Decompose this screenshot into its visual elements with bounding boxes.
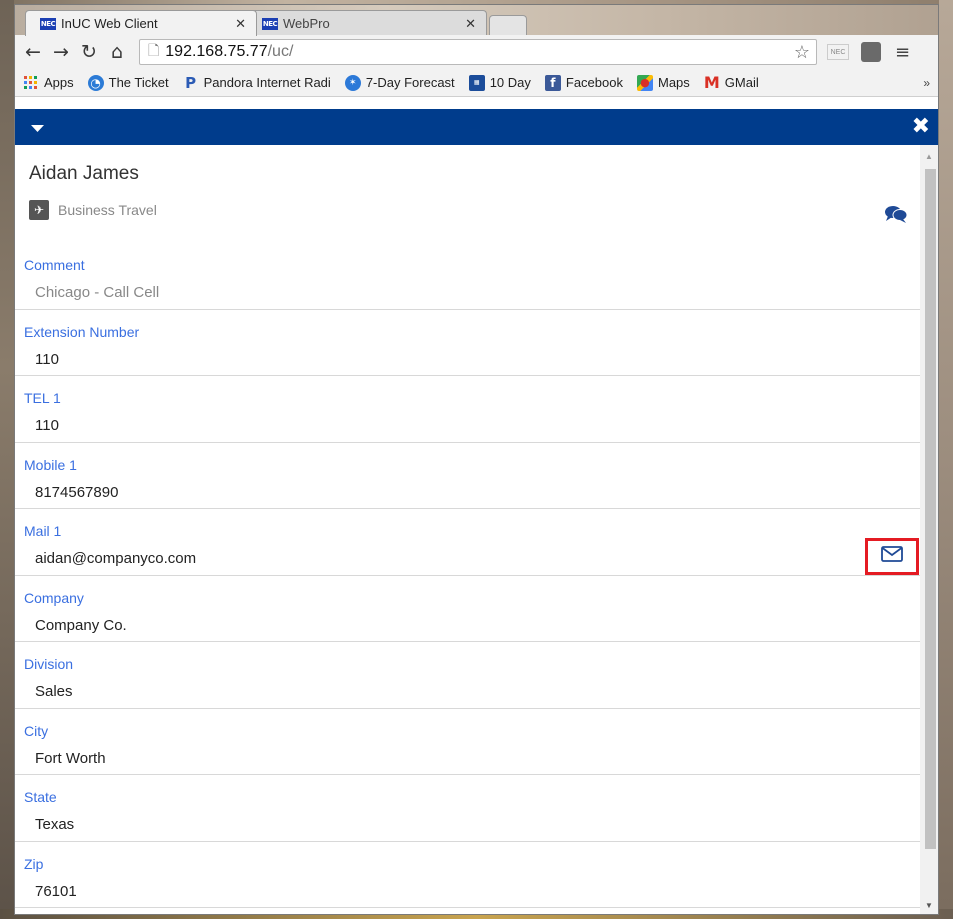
bookmark-gmail[interactable]: M GMail	[703, 73, 759, 92]
pandora-icon: P	[185, 73, 197, 92]
browser-toolbar: ← → ↻ ⌂ 🗋 192.168.75.77 /uc/ ☆ NEC ≡	[15, 35, 938, 69]
bookmark-label: Facebook	[565, 75, 623, 90]
desktop-background	[0, 0, 14, 919]
address-host: 192.168.75.77	[165, 43, 268, 60]
bookmark-facebook[interactable]: f Facebook	[544, 74, 623, 91]
field-value: Sales	[35, 683, 73, 700]
ticket-icon: ◔	[87, 74, 104, 91]
bookmark-the-ticket[interactable]: ◔ The Ticket	[87, 74, 169, 91]
bookmarks-bar: Apps ◔ The Ticket P Pandora Internet Rad…	[15, 69, 938, 97]
bookmark-pandora[interactable]: P Pandora Internet Radi	[183, 73, 331, 92]
nec-favicon-icon: NEC	[40, 17, 56, 30]
bookmark-label: 10 Day	[489, 75, 531, 90]
tab-inuc-web-client[interactable]: NEC InUC Web Client ✕	[25, 10, 257, 36]
field-mail-1: Mail 1 aidan@companyco.com	[15, 509, 920, 576]
envelope-icon	[881, 546, 903, 567]
airplane-icon: ✈	[29, 200, 49, 220]
new-tab-button[interactable]	[489, 15, 527, 36]
bookmark-label: Maps	[657, 75, 690, 90]
field-label: Extension Number	[24, 323, 140, 340]
field-company: Company Company Co.	[15, 576, 920, 642]
bookmark-label: GMail	[724, 75, 759, 90]
field-state: State Texas	[15, 775, 920, 842]
weather-icon: ✶	[344, 74, 361, 91]
field-value: Texas	[35, 816, 75, 833]
bookmark-7-day-forecast[interactable]: ✶ 7-Day Forecast	[344, 74, 455, 91]
app-header-bar: ✖	[15, 109, 938, 145]
tab-webpro[interactable]: NEC WebPro ✕	[247, 10, 487, 36]
field-value[interactable]: 110	[35, 417, 59, 434]
contact-name: Aidan James	[29, 163, 139, 184]
gmail-icon: M	[703, 73, 720, 92]
page-icon: 🗋	[148, 43, 160, 59]
field-value: aidan@companyco.com	[35, 550, 197, 567]
menu-icon[interactable]: ≡	[895, 42, 910, 63]
field-label: TEL 1	[24, 390, 61, 406]
contact-field-list: Comment Chicago - Call Cell Extension Nu…	[15, 243, 920, 908]
facebook-icon: f	[544, 74, 561, 91]
tab-title: InUC Web Client	[61, 16, 158, 31]
field-value: Chicago - Call Cell	[35, 284, 160, 301]
extension-icon[interactable]	[861, 42, 881, 62]
dropdown-caret-icon[interactable]	[31, 120, 44, 136]
tab-close-icon[interactable]: ✕	[465, 16, 476, 32]
apps-grid-icon	[23, 75, 39, 91]
chat-icon[interactable]	[885, 205, 908, 227]
field-label: Company	[24, 589, 84, 606]
field-value[interactable]: 110	[35, 351, 59, 368]
field-zip: Zip 76101	[15, 842, 920, 908]
bookmark-label: Apps	[44, 75, 74, 90]
maps-icon: ●	[636, 74, 653, 91]
send-email-button[interactable]	[865, 538, 919, 575]
bookmark-maps[interactable]: ● Maps	[636, 74, 690, 91]
field-mobile-1: Mobile 1 8174567890	[15, 443, 920, 509]
field-value: Company Co.	[35, 616, 127, 634]
field-label: Mobile 1	[24, 456, 77, 473]
presence-status-label: Business Travel	[58, 202, 157, 218]
tab-close-icon[interactable]: ✕	[235, 16, 246, 32]
nec-favicon-icon: NEC	[262, 17, 278, 30]
scrollbar[interactable]: ▲ ▼	[920, 145, 938, 914]
field-label: Zip	[24, 855, 44, 872]
address-bar[interactable]: 🗋 192.168.75.77 /uc/ ☆	[139, 39, 817, 65]
presence-status: ✈ Business Travel	[29, 200, 157, 220]
forward-arrow-icon[interactable]: →	[49, 40, 73, 64]
field-label: Mail 1	[24, 523, 62, 539]
field-label: City	[24, 722, 49, 739]
scrollbar-thumb[interactable]	[925, 169, 936, 849]
field-extension-number: Extension Number 110	[15, 310, 920, 376]
field-value: 76101	[35, 882, 77, 900]
contact-detail-panel: Aidan James ✈ Business Travel Comment Ch…	[15, 145, 920, 914]
tab-title: WebPro	[283, 16, 330, 31]
field-label: State	[24, 789, 57, 805]
bookmark-label: The Ticket	[108, 75, 169, 90]
field-label: Comment	[24, 257, 85, 273]
field-value[interactable]: 8174567890	[35, 484, 118, 501]
browser-window: NEC WebPro ✕ NEC InUC Web Client ✕ ← → ↻…	[14, 4, 939, 915]
tab-strip: NEC WebPro ✕ NEC InUC Web Client ✕	[15, 5, 938, 36]
bookmark-label: 7-Day Forecast	[365, 75, 455, 90]
bookmark-star-icon[interactable]: ☆	[794, 42, 810, 63]
scroll-up-arrow-icon[interactable]: ▲	[925, 152, 933, 161]
nec-extension-icon[interactable]: NEC	[827, 44, 849, 60]
field-city: City Fort Worth	[15, 709, 920, 775]
address-path: /uc/	[267, 43, 294, 60]
desktop-background	[939, 0, 953, 919]
bookmark-label: Pandora Internet Radi	[203, 75, 331, 90]
weather-channel-icon: ▦	[468, 74, 485, 91]
field-division: Division Sales	[15, 642, 920, 709]
close-icon[interactable]: ✖	[912, 114, 930, 139]
field-tel-1: TEL 1 110	[15, 376, 920, 443]
more-bookmarks-chevron-icon[interactable]: »	[923, 76, 930, 90]
back-arrow-icon[interactable]: ←	[21, 40, 45, 64]
field-label: Division	[24, 656, 74, 672]
field-value: Fort Worth	[35, 749, 106, 767]
bookmark-10-day[interactable]: ▦ 10 Day	[468, 74, 531, 91]
field-comment: Comment Chicago - Call Cell	[15, 243, 920, 310]
home-icon[interactable]: ⌂	[105, 40, 129, 64]
bookmark-apps[interactable]: Apps	[23, 75, 74, 91]
scroll-down-arrow-icon[interactable]: ▼	[925, 901, 933, 910]
reload-icon[interactable]: ↻	[77, 40, 101, 64]
